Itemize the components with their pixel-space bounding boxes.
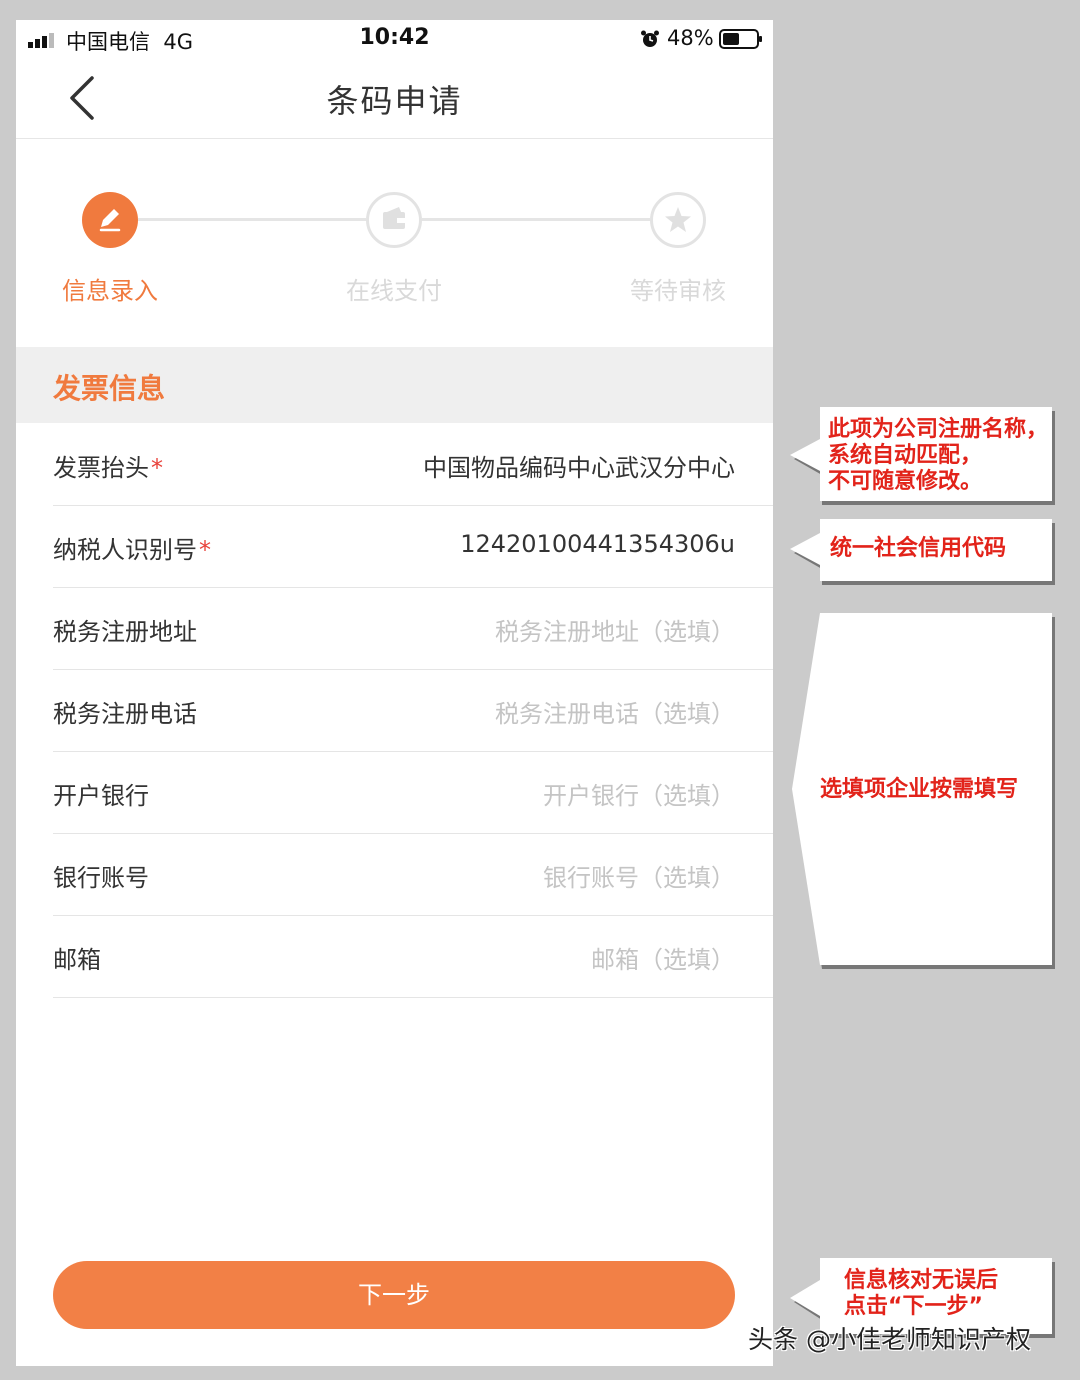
row-label: 发票抬头* [53, 454, 163, 482]
bank-account-input[interactable]: 银行账号（选填） [543, 858, 735, 893]
next-step-button[interactable]: 下一步 [53, 1261, 735, 1329]
watermark: 头条 @小佳老师知识产权 [748, 1325, 1031, 1354]
step-3-indicator [650, 192, 706, 248]
section-header: 发票信息 [16, 347, 773, 423]
battery-percent: 48% [667, 26, 714, 50]
wallet-icon [383, 207, 405, 229]
tax-phone-input[interactable]: 税务注册电话（选填） [495, 694, 735, 729]
tax-phone-row[interactable]: 税务注册电话 税务注册电话（选填） [53, 670, 773, 752]
battery-icon [719, 29, 762, 49]
invoice-title-row[interactable]: 发票抬头* 中国物品编码中心武汉分中心 [53, 424, 773, 506]
row-label: 邮箱 [53, 946, 101, 974]
callout-company-name: 此项为公司注册名称， 系统自动匹配， 不可随意修改。 [788, 405, 1058, 505]
row-label: 开户银行 [53, 782, 149, 810]
phone-screen: 中国电信 4G 10:42 48% 条码申请 信息录入 在线支付 等待审核 发票… [16, 20, 773, 1366]
alarm-icon [641, 30, 659, 47]
status-bar: 中国电信 4G 10:42 48% [16, 20, 773, 60]
step-2-label: 在线支付 [346, 277, 442, 305]
callout-text: 此项为公司注册名称， 系统自动匹配， 不可随意修改。 [828, 417, 1049, 494]
row-label: 银行账号 [53, 864, 149, 892]
step-3-label: 等待审核 [630, 277, 726, 305]
email-input[interactable]: 邮箱（选填） [591, 940, 735, 975]
step-1-label: 信息录入 [62, 277, 158, 305]
page-title: 条码申请 [326, 82, 463, 120]
row-label: 纳税人识别号* [53, 536, 211, 564]
star-icon [665, 207, 691, 232]
taxpayer-id-row[interactable]: 纳税人识别号* 12420100441354306u [53, 506, 773, 588]
taxpayer-id-input[interactable]: 12420100441354306u [460, 530, 735, 558]
email-row[interactable]: 邮箱 邮箱（选填） [53, 916, 773, 998]
bank-name-row[interactable]: 开户银行 开户银行（选填） [53, 752, 773, 834]
edit-pencil-icon [99, 209, 121, 232]
step-connector [138, 218, 366, 221]
row-label: 税务注册地址 [53, 618, 197, 646]
tax-address-row[interactable]: 税务注册地址 税务注册地址（选填） [53, 588, 773, 670]
bank-account-row[interactable]: 银行账号 银行账号（选填） [53, 834, 773, 916]
bank-name-input[interactable]: 开户银行（选填） [543, 776, 735, 811]
callout-text: 选填项企业按需填写 [820, 777, 1019, 802]
step-connector [422, 218, 650, 221]
tax-address-input[interactable]: 税务注册地址（选填） [495, 612, 735, 647]
callout-text: 信息核对无误后 点击“下一步” [844, 1268, 999, 1319]
step-1-indicator [82, 192, 138, 248]
section-title: 发票信息 [53, 372, 166, 405]
callout-optional-fields: 选填项企业按需填写 [788, 611, 1058, 969]
callout-credit-code: 统一社会信用代码 [788, 517, 1058, 585]
callout-text: 统一社会信用代码 [830, 536, 1007, 561]
progress-stepper: 信息录入 在线支付 等待审核 [16, 139, 773, 347]
invoice-title-value: 中国物品编码中心武汉分中心 [423, 454, 735, 482]
nav-bar: 条码申请 [16, 60, 773, 139]
row-label: 税务注册电话 [53, 700, 197, 728]
step-2-indicator [366, 192, 422, 248]
